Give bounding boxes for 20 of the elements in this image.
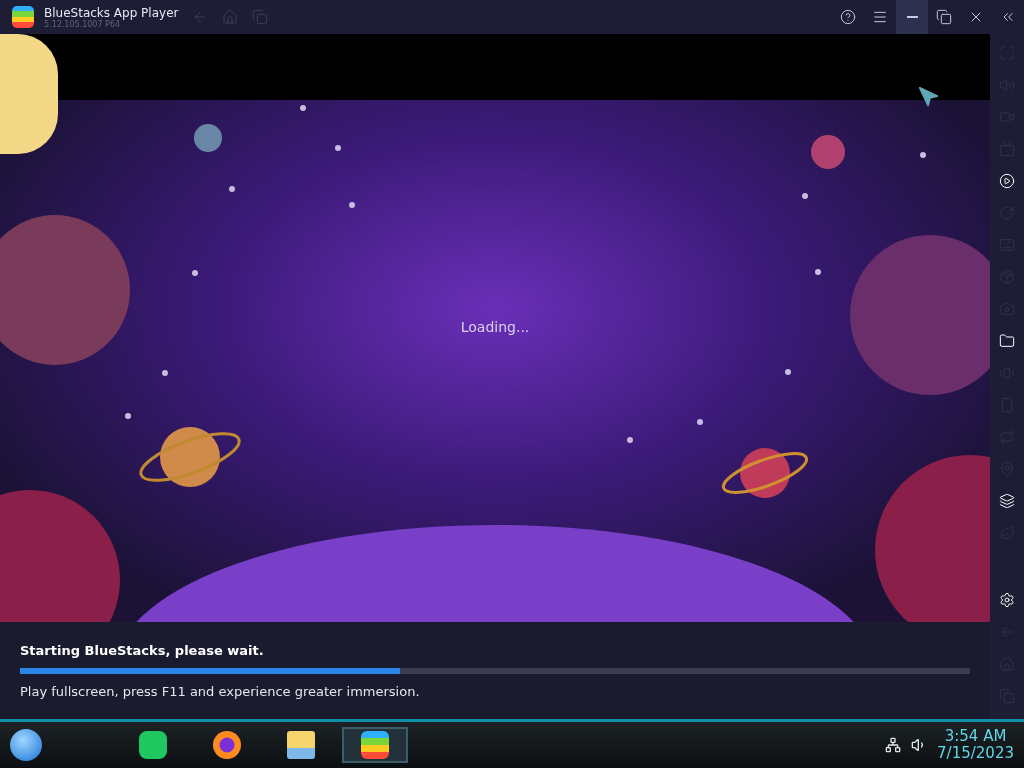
minimize-icon bbox=[906, 16, 918, 18]
menu-icon bbox=[872, 9, 888, 25]
clock[interactable]: 3:54 AM 7/15/2023 bbox=[937, 728, 1014, 762]
layers-icon[interactable] bbox=[999, 493, 1015, 509]
app-logo-icon bbox=[12, 6, 34, 28]
cursor-arrow-icon bbox=[918, 86, 940, 108]
help-icon bbox=[840, 9, 856, 25]
start-button[interactable] bbox=[10, 729, 42, 761]
network-icon[interactable] bbox=[885, 737, 902, 753]
version-text: 5.12.105.1007 P64 bbox=[44, 19, 121, 29]
play-icon[interactable] bbox=[999, 173, 1015, 189]
restore-icon bbox=[936, 9, 952, 25]
clock-time: 3:54 AM bbox=[944, 728, 1007, 745]
window-title: BlueStacks App Player bbox=[44, 5, 179, 20]
settings-icon[interactable] bbox=[999, 592, 1015, 608]
loading-text: Loading... bbox=[460, 319, 530, 335]
status-heading: Starting BlueStacks, please wait. bbox=[20, 642, 265, 658]
clock-date: 7/15/2023 bbox=[937, 745, 1014, 762]
tip-text: Play fullscreen, press F11 and experience greater immersion. bbox=[20, 683, 421, 699]
taskbar-app-button[interactable] bbox=[342, 727, 408, 763]
